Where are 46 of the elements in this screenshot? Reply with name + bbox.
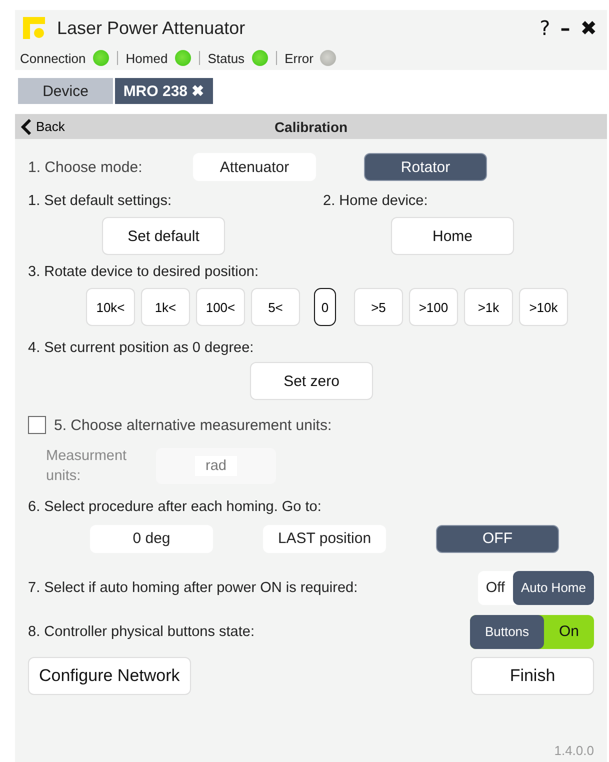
rotate-step-button[interactable]: 10k< <box>86 288 135 326</box>
window-title: Laser Power Attenuator <box>57 18 246 38</box>
status-label: Error <box>284 50 314 66</box>
finish-button[interactable]: Finish <box>471 656 594 695</box>
homing-option[interactable]: OFF <box>436 524 559 553</box>
back-button[interactable]: Back <box>21 118 65 134</box>
rotate-step-button[interactable]: 5< <box>251 288 300 326</box>
tab[interactable]: MRO 238 ✖ <box>115 78 213 104</box>
step-label: 8. Controller physical buttons state: <box>28 624 254 640</box>
tab[interactable]: Device <box>18 78 113 104</box>
rotate-step-button[interactable]: 0 <box>314 288 336 326</box>
step-label: 4. Set current position as 0 degree: <box>28 340 255 356</box>
step-label: 2. Home device: <box>323 193 428 209</box>
buttons-switch[interactable]: Buttons On <box>470 614 594 649</box>
home-button[interactable]: Home <box>391 217 514 255</box>
step-label: 1. Set default settings: <box>28 193 172 209</box>
mode-option[interactable]: Attenuator <box>193 153 316 181</box>
mode-option[interactable]: Rotator <box>364 153 487 181</box>
auto-home-option[interactable]: Auto Home <box>512 570 594 605</box>
rotate-step-button[interactable]: >10k <box>519 288 568 326</box>
step-label: 3. Rotate device to desired position: <box>28 264 260 280</box>
status-label: Status <box>208 50 245 66</box>
version-text: 1.4.0.0 <box>554 743 594 758</box>
set-zero-button[interactable]: Set zero <box>250 362 373 400</box>
rotate-step-button[interactable]: >1k <box>464 288 513 326</box>
step-label: 5. Choose alternative measurement units: <box>54 416 332 434</box>
field-label: Measurment units: <box>46 447 128 486</box>
help-button[interactable]: ? <box>538 16 552 40</box>
step-label: 7. Select if auto homing after power ON is required: <box>28 580 358 596</box>
configure-network-button[interactable]: Configure Network <box>28 656 191 695</box>
logo-icon <box>23 17 45 39</box>
chevron-icon <box>21 118 32 134</box>
rotate-step-button[interactable]: 100< <box>196 288 245 326</box>
rotate-step-button[interactable]: >100 <box>409 288 458 326</box>
step-label: 6. Select procedure after each homing. Go to: <box>28 498 322 515</box>
status-label: Homed <box>126 50 168 66</box>
status-label: Connection <box>20 50 86 66</box>
homing-option[interactable]: 0 deg <box>90 524 213 553</box>
set-default-button[interactable]: Set default <box>102 217 225 255</box>
homing-option[interactable]: LAST position <box>263 524 386 553</box>
close-button[interactable]: ✖ <box>578 16 599 40</box>
rotate-step-button[interactable]: 1k< <box>141 288 190 326</box>
mode-label: 1. Choose mode: <box>28 158 144 176</box>
minimize-button[interactable]: – <box>558 16 572 40</box>
page-title: Calibration <box>274 118 348 134</box>
rotate-step-button[interactable]: >5 <box>354 288 403 326</box>
